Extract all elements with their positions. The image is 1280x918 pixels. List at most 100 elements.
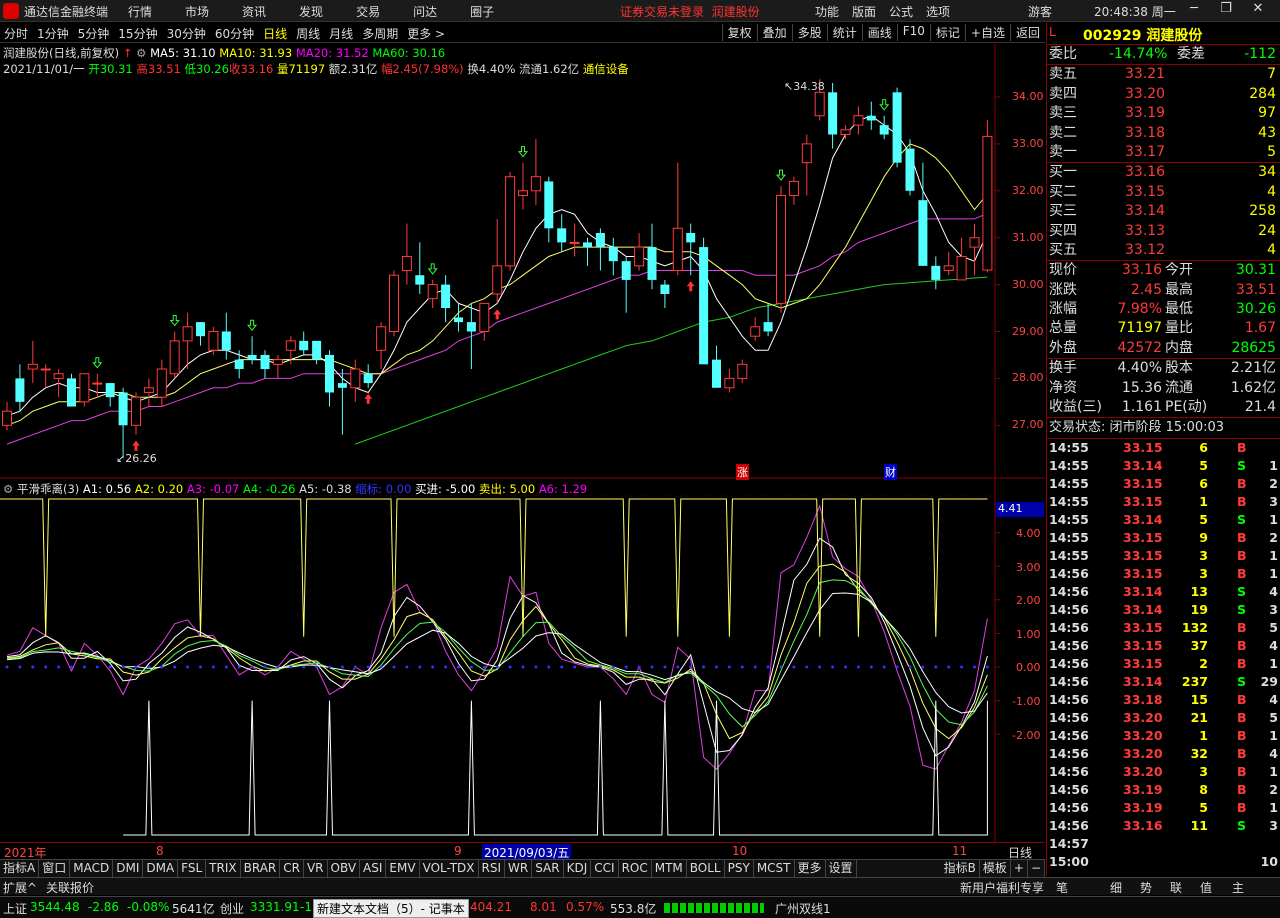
server-name[interactable]: 广州双线1 [775,900,831,917]
candle[interactable] [299,331,309,355]
linked-tab[interactable]: 联 [1170,879,1182,896]
indicator-tab[interactable]: OBV [328,860,361,877]
candle[interactable] [647,223,657,290]
indicator-tab[interactable]: ASI [360,860,387,877]
add-pane-button[interactable]: + [1011,860,1028,877]
candle[interactable] [801,134,812,196]
candle[interactable] [337,369,347,435]
candle[interactable] [67,373,76,407]
promo-link[interactable]: 新用户福利专享 [960,879,1044,896]
candle[interactable] [182,312,193,370]
candle[interactable] [427,279,438,309]
candle[interactable] [118,387,128,459]
candle[interactable] [699,237,709,365]
candle[interactable] [518,162,528,210]
candle[interactable] [853,106,864,135]
minimize-icon[interactable]: ─ [1178,1,1210,16]
candle[interactable] [621,256,631,313]
candle[interactable] [27,340,38,384]
candle[interactable] [763,303,773,337]
candle[interactable] [505,172,516,271]
candle[interactable] [712,345,721,388]
candle[interactable] [156,359,167,407]
indicator-tab[interactable]: CR [280,860,304,877]
indicator-tab[interactable]: SAR [532,860,564,877]
candle[interactable] [982,119,993,273]
event-marker-rise[interactable]: 涨 [736,464,749,480]
candle[interactable] [466,303,476,370]
candle[interactable] [247,336,257,365]
main-tab[interactable]: 主 [1232,879,1244,896]
candle[interactable] [105,383,115,407]
candle[interactable] [479,302,490,341]
restore-icon[interactable]: ❐ [1210,1,1242,16]
candle[interactable] [724,369,735,393]
candle[interactable] [776,186,786,313]
indicator-tab[interactable]: EMV [386,860,420,877]
candle[interactable] [686,223,696,276]
indicator-tab[interactable]: MCST [754,860,795,877]
candlestick-chart[interactable] [0,0,1045,842]
candle[interactable] [2,401,12,430]
indicator-tab[interactable]: MTM [652,860,687,877]
indicator-tab[interactable]: DMA [143,860,179,877]
candle[interactable] [208,326,219,355]
indicator-tab[interactable]: FSL [178,860,207,877]
candle[interactable] [918,162,928,266]
indicator-tab[interactable]: DMI [113,860,144,877]
candle[interactable] [672,162,683,276]
candle[interactable] [169,331,180,379]
candle[interactable] [788,176,799,205]
indicator-tab[interactable]: VR [304,860,328,877]
candle[interactable] [892,87,902,168]
candle[interactable] [943,251,954,276]
taskbar-notepad[interactable]: 新建文本文档（5）- 记事本 [313,899,469,918]
candle[interactable] [79,373,90,407]
candle[interactable] [389,270,399,337]
event-marker-finance[interactable]: 财 [884,464,897,480]
settings-icon[interactable]: ⚙ [136,46,146,60]
candle[interactable] [569,223,580,257]
tick-tab[interactable]: 笔 [1056,879,1068,896]
candle[interactable] [53,369,64,398]
bar-sector[interactable]: 通信设备 [583,62,629,76]
candle[interactable] [931,256,941,290]
related-quote-button[interactable]: 关联报价 [46,879,94,896]
candle[interactable] [956,237,967,281]
indicator-tab[interactable]: 窗口 [39,860,71,877]
indicator-tab[interactable]: TRIX [206,860,241,877]
candle[interactable] [969,223,980,276]
candle[interactable] [441,275,451,323]
indicator-tab[interactable]: PSY [725,860,754,877]
candle[interactable] [15,364,25,412]
candle[interactable] [350,359,361,402]
stock-code-name[interactable]: 002929 润建股份 [1083,25,1202,45]
indicator-tab[interactable]: 指标A [0,860,40,877]
indicator-tab[interactable]: MACD [70,860,114,877]
trend-tab[interactable]: 势 [1140,879,1152,896]
candle[interactable] [221,312,231,360]
cy-index-name[interactable]: 创业 [220,900,244,917]
close-icon[interactable]: ✕ [1242,1,1274,16]
candle[interactable] [530,139,541,205]
indicator-b-tab[interactable]: 指标B [941,860,980,877]
indicator-tab[interactable]: RSI [479,860,506,877]
detail-tab[interactable]: 细 [1110,879,1122,896]
candle[interactable] [737,359,748,384]
candle[interactable] [828,82,838,149]
settings-icon[interactable]: ⚙ [3,482,13,496]
candle[interactable] [840,125,851,140]
candle[interactable] [415,242,425,294]
indicator-tab[interactable]: CCI [591,860,619,877]
candle[interactable] [272,354,283,379]
indicator-tab[interactable]: WR [505,860,533,877]
expand-button[interactable]: 扩展^ [3,879,37,896]
candle[interactable] [363,364,373,388]
candle[interactable] [285,336,296,365]
value-tab[interactable]: 值 [1200,879,1212,896]
candle[interactable] [92,373,103,398]
candle[interactable] [454,303,463,332]
candle[interactable] [376,322,387,370]
candle[interactable] [401,223,412,285]
candle[interactable] [260,350,270,379]
